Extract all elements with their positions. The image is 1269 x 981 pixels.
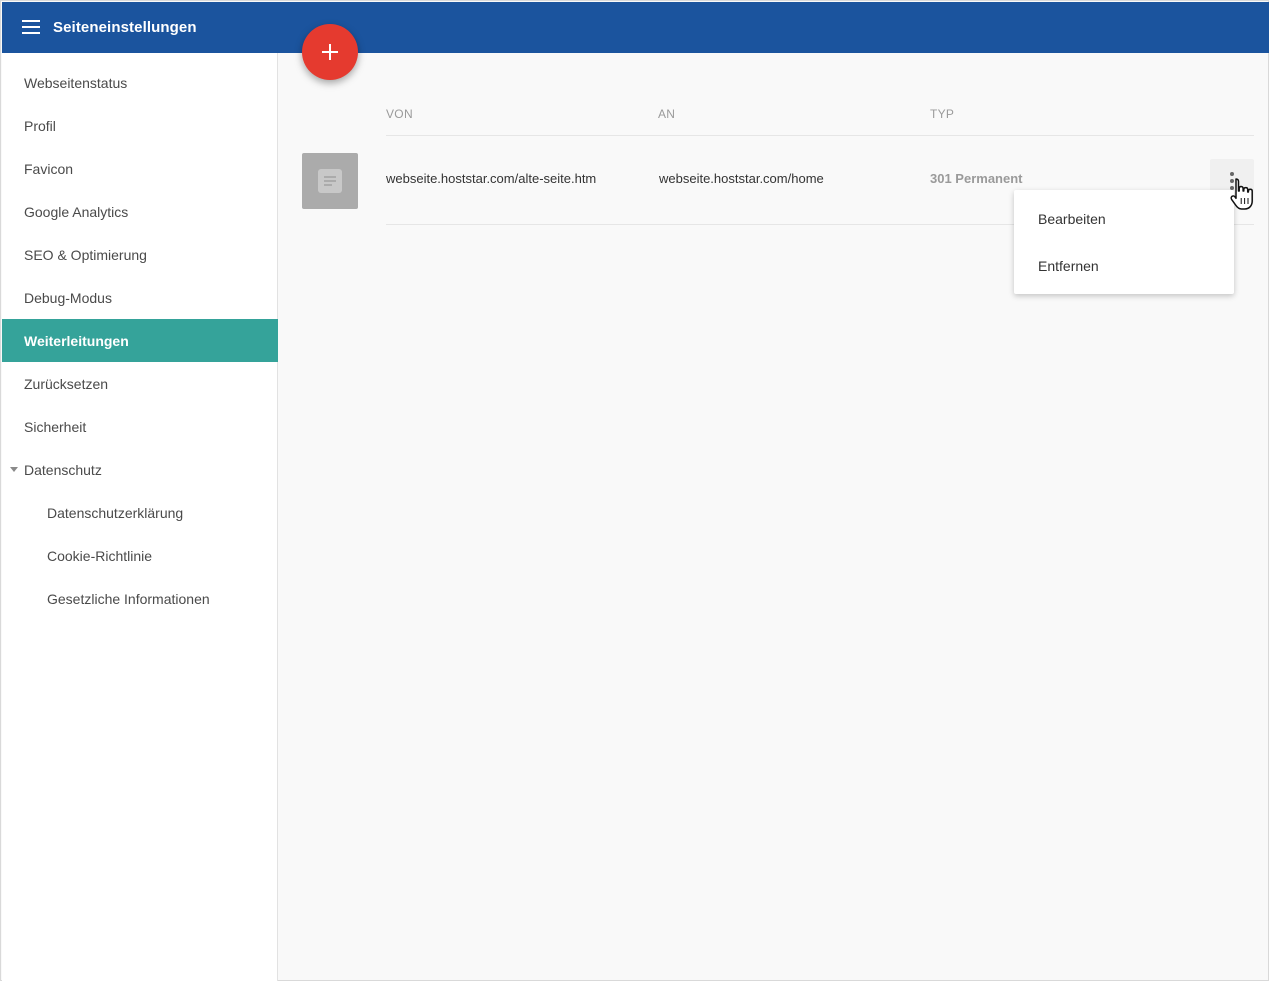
sidebar-item-label: Datenschutz [24,461,102,478]
row-context-menu: Bearbeiten Entfernen [1014,190,1234,294]
sidebar-item-profil[interactable]: Profil [2,104,278,147]
sidebar-item-debug-modus[interactable]: Debug-Modus [2,276,278,319]
sidebar-item-label: Weiterleitungen [24,332,129,349]
sidebar-item-label: Cookie-Richtlinie [47,547,153,564]
top-app-bar: Seiteneinstellungen [2,2,1269,53]
sidebar: Webseitenstatus Profil Favicon Google An… [2,53,278,981]
caret-down-icon[interactable] [10,467,18,472]
column-header-von[interactable]: VON [386,107,413,121]
sidebar-item-label: Profil [24,117,56,134]
redirect-to: webseite.hoststar.com/home [659,171,824,186]
sidebar-item-weiterleitungen[interactable]: Weiterleitungen [2,319,278,362]
sidebar-item-label: Gesetzliche Informationen [47,590,210,607]
sidebar-item-favicon[interactable]: Favicon [2,147,278,190]
sidebar-item-datenschutz[interactable]: Datenschutz [2,448,278,491]
sidebar-item-webseitenstatus[interactable]: Webseitenstatus [2,61,278,104]
sidebar-item-label: Sicherheit [24,418,87,435]
sidebar-item-google-analytics[interactable]: Google Analytics [2,190,278,233]
sidebar-item-gesetzliche-informationen[interactable]: Gesetzliche Informationen [2,577,278,620]
table-divider [386,135,1254,136]
column-header-typ[interactable]: TYP [930,107,954,121]
redirect-type: 301 Permanent [930,171,1023,186]
add-redirect-button[interactable] [302,24,358,80]
hamburger-icon[interactable] [22,20,40,34]
sidebar-item-label: Webseitenstatus [24,74,128,91]
sidebar-item-datenschutzerklaerung[interactable]: Datenschutzerklärung [2,491,278,534]
menu-item-entfernen[interactable]: Entfernen [1014,245,1234,287]
sidebar-item-cookie-richtlinie[interactable]: Cookie-Richtlinie [2,534,278,577]
redirect-from: webseite.hoststar.com/alte-seite.htm [386,171,597,186]
sidebar-item-seo[interactable]: SEO & Optimierung [2,233,278,276]
sidebar-item-label: Google Analytics [24,203,129,220]
sidebar-item-sicherheit[interactable]: Sicherheit [2,405,278,448]
sidebar-item-label: Favicon [24,160,74,177]
sidebar-item-label: Debug-Modus [24,289,112,306]
document-icon [302,153,358,209]
hand-pointer-icon [1230,178,1253,210]
plus-icon [322,44,338,60]
app-window: Seiteneinstellungen Webseitenstatus Prof… [0,0,1269,981]
sidebar-item-label: SEO & Optimierung [24,246,147,263]
column-header-an[interactable]: AN [658,107,675,121]
page-title: Seiteneinstellungen [53,19,197,36]
sidebar-item-label: Datenschutzerklärung [47,504,184,521]
sidebar-item-label: Zurücksetzen [24,375,109,392]
sidebar-item-zuruecksetzen[interactable]: Zurücksetzen [2,362,278,405]
menu-item-bearbeiten[interactable]: Bearbeiten [1014,198,1234,240]
